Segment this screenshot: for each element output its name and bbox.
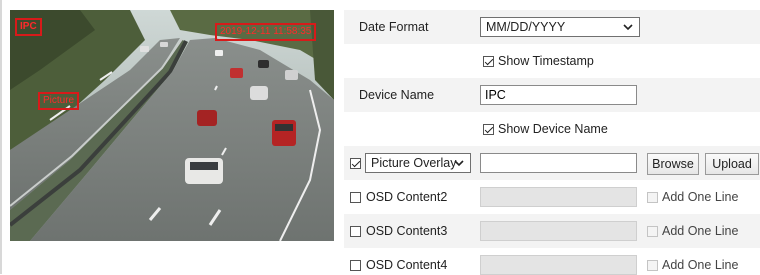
osd-content4-add-line-label: Add One Line bbox=[662, 258, 739, 272]
picture-file-input[interactable] bbox=[480, 153, 637, 173]
osd-content3-checkbox[interactable] bbox=[350, 226, 361, 237]
picture-overlay-row: Picture Overlay Browse Upload bbox=[344, 146, 760, 180]
picture-overlay-checkbox[interactable] bbox=[350, 158, 361, 169]
osd-content2-row: OSD Content2 Add One Line bbox=[344, 180, 760, 214]
osd-content3-row: OSD Content3 Add One Line bbox=[344, 214, 760, 248]
osd-content4-input[interactable] bbox=[480, 255, 637, 275]
picture-overlay-select[interactable]: Picture Overlay bbox=[365, 153, 471, 173]
osd-content3-add-line-label: Add One Line bbox=[662, 224, 739, 238]
device-name-label: Device Name bbox=[359, 88, 435, 102]
osd-content4-row: OSD Content4 Add One Line bbox=[344, 248, 760, 275]
osd-content3-input[interactable] bbox=[480, 221, 637, 241]
osd-picture-overlay[interactable]: Picture bbox=[38, 92, 80, 110]
show-timestamp-label: Show Timestamp bbox=[498, 54, 594, 68]
osd-timestamp-overlay[interactable]: 2019-12-11 11:58:35 bbox=[215, 23, 317, 41]
highway-scene bbox=[10, 10, 334, 241]
osd-device-name-overlay[interactable]: IPC bbox=[15, 18, 42, 36]
osd-content2-checkbox[interactable] bbox=[350, 192, 361, 203]
device-name-row: Device Name bbox=[344, 78, 760, 112]
osd-content2-input[interactable] bbox=[480, 187, 637, 207]
upload-button[interactable]: Upload bbox=[705, 153, 759, 175]
show-device-name-row: Show Device Name bbox=[344, 112, 760, 146]
osd-content3-label: OSD Content3 bbox=[366, 224, 448, 238]
osd-content4-add-line-checkbox[interactable] bbox=[647, 260, 658, 271]
date-format-row: Date Format MM/DD/YYYY bbox=[344, 10, 760, 44]
osd-content2-add-line-checkbox[interactable] bbox=[647, 192, 658, 203]
date-format-value: MM/DD/YYYY bbox=[486, 20, 566, 34]
chevron-down-icon bbox=[454, 160, 464, 167]
browse-button[interactable]: Browse bbox=[647, 153, 699, 175]
show-timestamp-checkbox[interactable] bbox=[483, 56, 494, 67]
show-device-name-label: Show Device Name bbox=[498, 122, 608, 136]
device-name-input[interactable] bbox=[480, 85, 637, 105]
show-device-name-checkbox[interactable] bbox=[483, 124, 494, 135]
date-format-select[interactable]: MM/DD/YYYY bbox=[480, 17, 640, 37]
osd-content4-label: OSD Content4 bbox=[366, 258, 448, 272]
show-timestamp-row: Show Timestamp bbox=[344, 44, 760, 78]
osd-content3-add-line-checkbox[interactable] bbox=[647, 226, 658, 237]
osd-content2-add-line-label: Add One Line bbox=[662, 190, 739, 204]
osd-content2-label: OSD Content2 bbox=[366, 190, 448, 204]
left-border bbox=[0, 0, 2, 274]
chevron-down-icon bbox=[623, 24, 633, 31]
osd-content4-checkbox[interactable] bbox=[350, 260, 361, 271]
video-preview[interactable]: IPC 2019-12-11 11:58:35 Picture bbox=[10, 10, 334, 241]
date-format-label: Date Format bbox=[359, 20, 429, 34]
picture-overlay-select-value: Picture Overlay bbox=[371, 156, 457, 170]
